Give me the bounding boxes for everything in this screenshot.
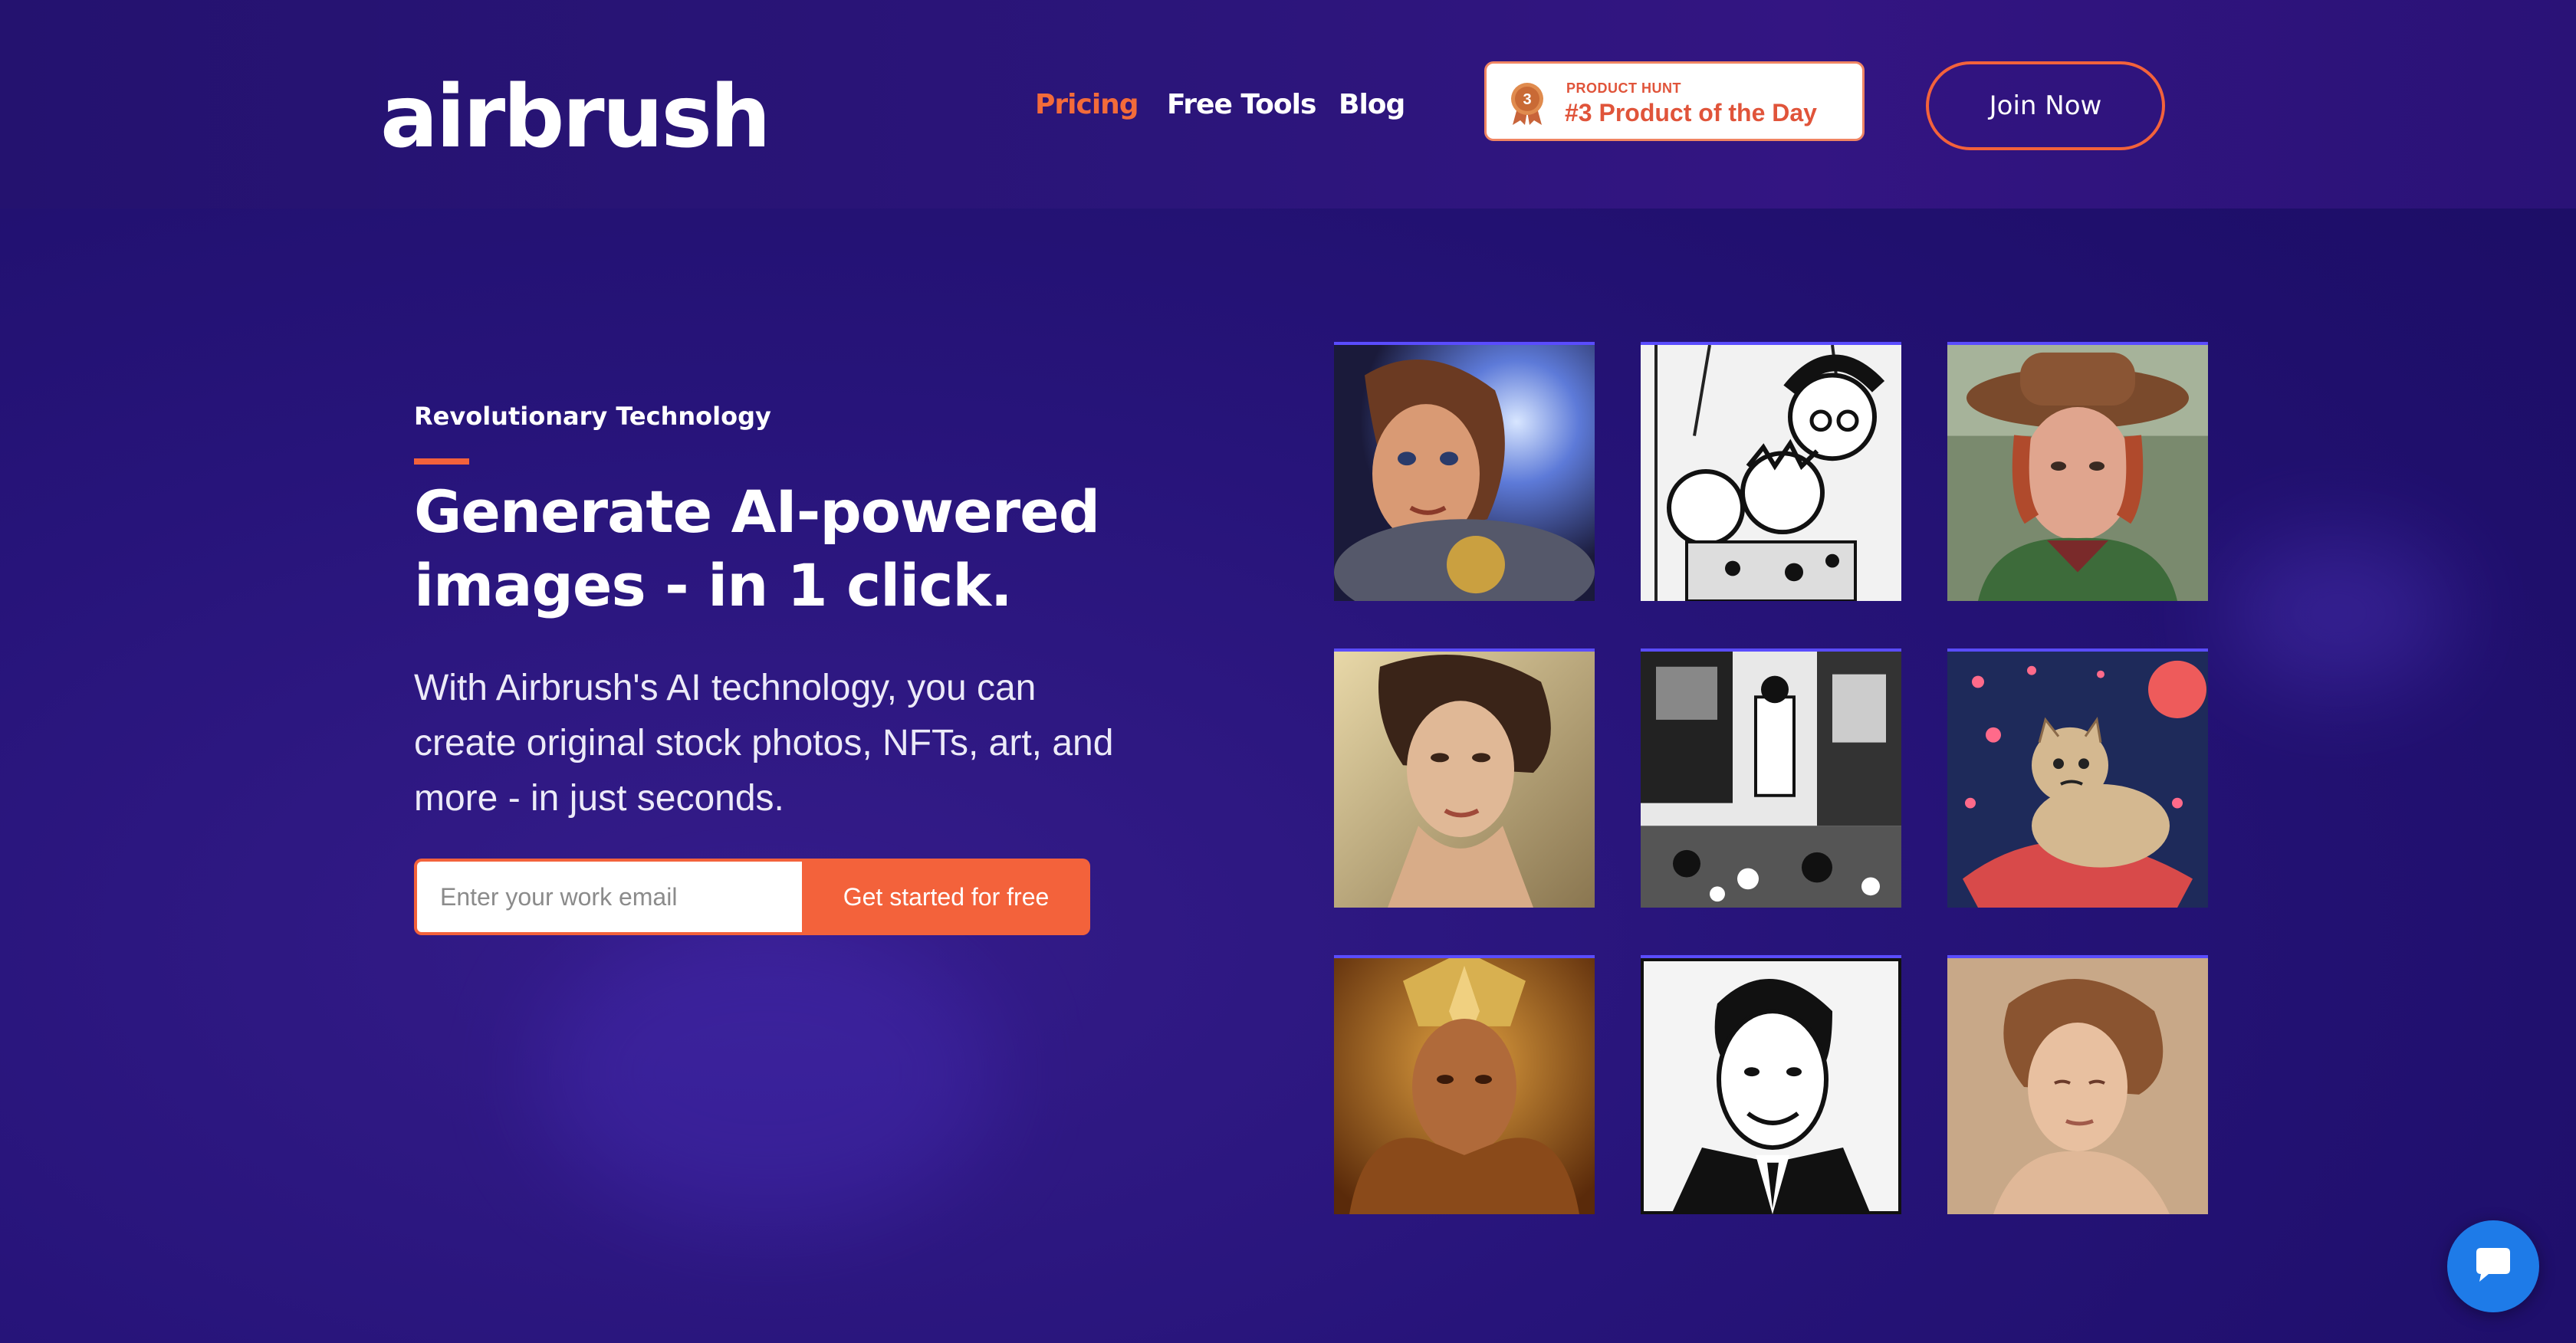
nav-pricing[interactable]: Pricing bbox=[1035, 86, 1139, 124]
medal-icon: 3 bbox=[1508, 80, 1546, 126]
gallery-image-9 bbox=[1947, 955, 2208, 1214]
product-hunt-badge[interactable]: 3 PRODUCT HUNT #3 Product of the Day bbox=[1484, 61, 1865, 141]
email-input[interactable] bbox=[414, 859, 802, 935]
hero-subtext: With Airbrush's AI technology, you can c… bbox=[414, 668, 1114, 819]
eyebrow-divider bbox=[414, 458, 469, 465]
medal-rank: 3 bbox=[1523, 91, 1531, 108]
nav-free-tools[interactable]: Free Tools bbox=[1167, 86, 1316, 124]
gallery-image-5 bbox=[1641, 649, 1901, 908]
brand-logo[interactable]: airbrush bbox=[380, 67, 771, 167]
nav-blog[interactable]: Blog bbox=[1339, 86, 1405, 124]
gallery-image-3 bbox=[1947, 342, 2208, 601]
gallery-image-1 bbox=[1334, 342, 1595, 601]
background-glow bbox=[537, 920, 997, 1226]
chat-bubble-icon bbox=[2476, 1248, 2510, 1282]
product-hunt-kicker: PRODUCT HUNT bbox=[1566, 80, 1681, 96]
product-hunt-title: #3 Product of the Day bbox=[1565, 99, 1817, 126]
hero-headline: Generate AI-powered images - in 1 click. bbox=[414, 478, 1100, 619]
gallery-image-7 bbox=[1334, 955, 1595, 1214]
gallery-image-6 bbox=[1947, 649, 2208, 908]
hero-eyebrow: Revolutionary Technology bbox=[414, 402, 771, 431]
background-glow bbox=[2223, 537, 2453, 690]
join-now-button[interactable]: Join Now bbox=[1926, 61, 2165, 150]
get-started-button[interactable]: Get started for free bbox=[802, 859, 1090, 935]
gallery-image-2 bbox=[1641, 342, 1901, 601]
gallery-image-4 bbox=[1334, 649, 1595, 908]
chat-button[interactable] bbox=[2447, 1220, 2539, 1312]
gallery-image-8 bbox=[1641, 955, 1901, 1214]
